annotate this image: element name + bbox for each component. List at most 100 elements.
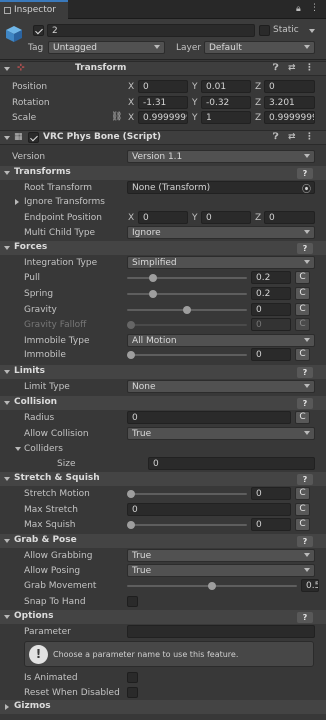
immobile-curve-button[interactable]: C [295,348,310,361]
collision-section-header[interactable]: Collision ? [0,396,326,410]
allow-grabbing-dropdown[interactable]: True [127,549,315,562]
axis-y-label[interactable]: Y [192,113,198,123]
grab-help-button[interactable]: ? [297,536,313,547]
endpoint-x-field[interactable]: 0 [138,211,188,224]
axis-x-label[interactable]: X [128,98,134,108]
endpoint-y-field[interactable]: 0 [201,211,251,224]
transforms-help-button[interactable]: ? [297,168,313,179]
stretch-motion-curve-button[interactable]: C [295,487,310,500]
transforms-section-header[interactable]: Transforms ? [0,166,326,180]
axis-x-label[interactable]: X [128,213,134,223]
forces-section-header[interactable]: Forces ? [0,241,326,255]
position-y-field[interactable]: 0.01 [201,80,251,93]
slider-thumb[interactable] [149,290,157,298]
is-animated-checkbox[interactable] [127,672,138,683]
colliders-size-field[interactable]: 0 [148,457,315,470]
gizmos-section-header[interactable]: Gizmos [0,700,326,714]
reset-when-disabled-checkbox[interactable] [127,687,138,698]
grab-movement-slider[interactable] [127,579,297,592]
slider-thumb[interactable] [208,582,216,590]
scale-x-field[interactable]: 0.9999999 [138,111,188,124]
transform-header[interactable]: ⊹ Transform ❓︎ ⇄ ⋮ [0,61,326,76]
axis-x-label[interactable]: X [128,82,134,92]
spring-field[interactable]: 0.2 [251,287,291,300]
immobile-type-dropdown[interactable]: All Motion [127,334,315,347]
preset-icon[interactable]: ⇄ [288,63,296,73]
layer-dropdown[interactable]: Default [204,41,315,54]
context-menu-icon[interactable]: ⋮ [305,63,314,73]
physbone-enabled-checkbox[interactable] [28,132,39,143]
pull-curve-button[interactable]: C [295,271,310,284]
slider-thumb[interactable] [127,490,135,498]
position-x-field[interactable]: 0 [138,80,188,93]
limit-type-dropdown[interactable]: None [127,380,315,393]
limits-help-button[interactable]: ? [297,367,313,378]
static-checkbox[interactable] [259,25,270,36]
immobile-field[interactable]: 0 [251,348,291,361]
integration-type-dropdown[interactable]: Simplified [127,256,315,269]
colliders-expand-icon[interactable] [15,447,21,451]
context-menu-icon[interactable]: ⋮ [305,132,314,142]
spring-curve-button[interactable]: C [295,287,310,300]
axis-y-label[interactable]: Y [192,82,198,92]
slider-thumb[interactable] [183,306,191,314]
snap-to-hand-checkbox[interactable] [127,596,138,607]
axis-x-label[interactable]: X [128,113,134,123]
stretch-motion-field[interactable]: 0 [251,487,291,500]
axis-z-label[interactable]: Z [255,98,261,108]
max-stretch-curve-button[interactable]: C [295,503,310,516]
spring-slider[interactable] [127,287,247,300]
gravity-slider[interactable] [127,303,247,316]
limits-section-header[interactable]: Limits ? [0,365,326,379]
max-squish-slider[interactable] [127,518,247,531]
max-squish-field[interactable]: 0 [251,518,291,531]
allow-collision-dropdown[interactable]: True [127,427,315,440]
root-transform-field[interactable]: None (Transform) ⦿ [127,181,315,194]
position-z-field[interactable]: 0 [264,80,315,93]
slider-thumb[interactable] [127,521,135,529]
stretch-section-header[interactable]: Stretch & Squish ? [0,472,326,486]
more-menu-icon[interactable]: ⋮ [310,3,319,13]
static-dropdown-icon[interactable] [309,29,315,33]
collision-help-button[interactable]: ? [297,398,313,409]
parameter-field[interactable] [127,625,315,638]
inspector-tab[interactable]: Inspector [0,0,68,19]
rotation-x-field[interactable]: -1.31 [138,96,188,109]
gravity-curve-button[interactable]: C [295,303,310,316]
max-squish-curve-button[interactable]: C [295,518,310,531]
active-checkbox[interactable] [33,25,44,36]
immobile-slider[interactable] [127,348,247,361]
axis-z-label[interactable]: Z [255,113,261,123]
stretch-motion-slider[interactable] [127,487,247,500]
options-help-button[interactable]: ? [297,612,313,623]
expand-icon[interactable] [15,199,19,205]
scale-y-field[interactable]: 1 [201,111,251,124]
scale-z-field[interactable]: 0.9999999 [264,111,315,124]
object-name-field[interactable]: 2 [47,24,255,37]
slider-thumb[interactable] [149,274,157,282]
lock-icon[interactable]: 🔒︎ [296,4,301,14]
rotation-z-field[interactable]: 3.201 [264,96,315,109]
pull-slider[interactable] [127,271,247,284]
options-section-header[interactable]: Options ? [0,610,326,624]
preset-icon[interactable]: ⇄ [288,132,296,142]
grab-section-header[interactable]: Grab & Pose ? [0,534,326,548]
gravity-field[interactable]: 0 [251,303,291,316]
grab-movement-field[interactable]: 0.5 [301,579,319,592]
axis-z-label[interactable]: Z [255,82,261,92]
axis-y-label[interactable]: Y [192,213,198,223]
allow-posing-dropdown[interactable]: True [127,564,315,577]
max-stretch-field[interactable]: 0 [127,503,291,516]
ignore-transforms-label[interactable]: Ignore Transforms [24,197,105,207]
endpoint-z-field[interactable]: 0 [264,211,315,224]
pull-field[interactable]: 0.2 [251,271,291,284]
colliders-label[interactable]: Colliders [24,444,63,454]
rotation-y-field[interactable]: -0.32 [201,96,251,109]
stretch-help-button[interactable]: ? [297,474,313,485]
version-dropdown[interactable]: Version 1.1 [127,150,315,163]
help-icon[interactable]: ❓︎ [273,132,278,142]
axis-z-label[interactable]: Z [255,213,261,223]
tag-dropdown[interactable]: Untagged [48,41,165,54]
physbone-header[interactable]: ▦ VRC Phys Bone (Script) ❓︎ ⇄ ⋮ [0,130,326,145]
radius-curve-button[interactable]: C [295,411,310,424]
